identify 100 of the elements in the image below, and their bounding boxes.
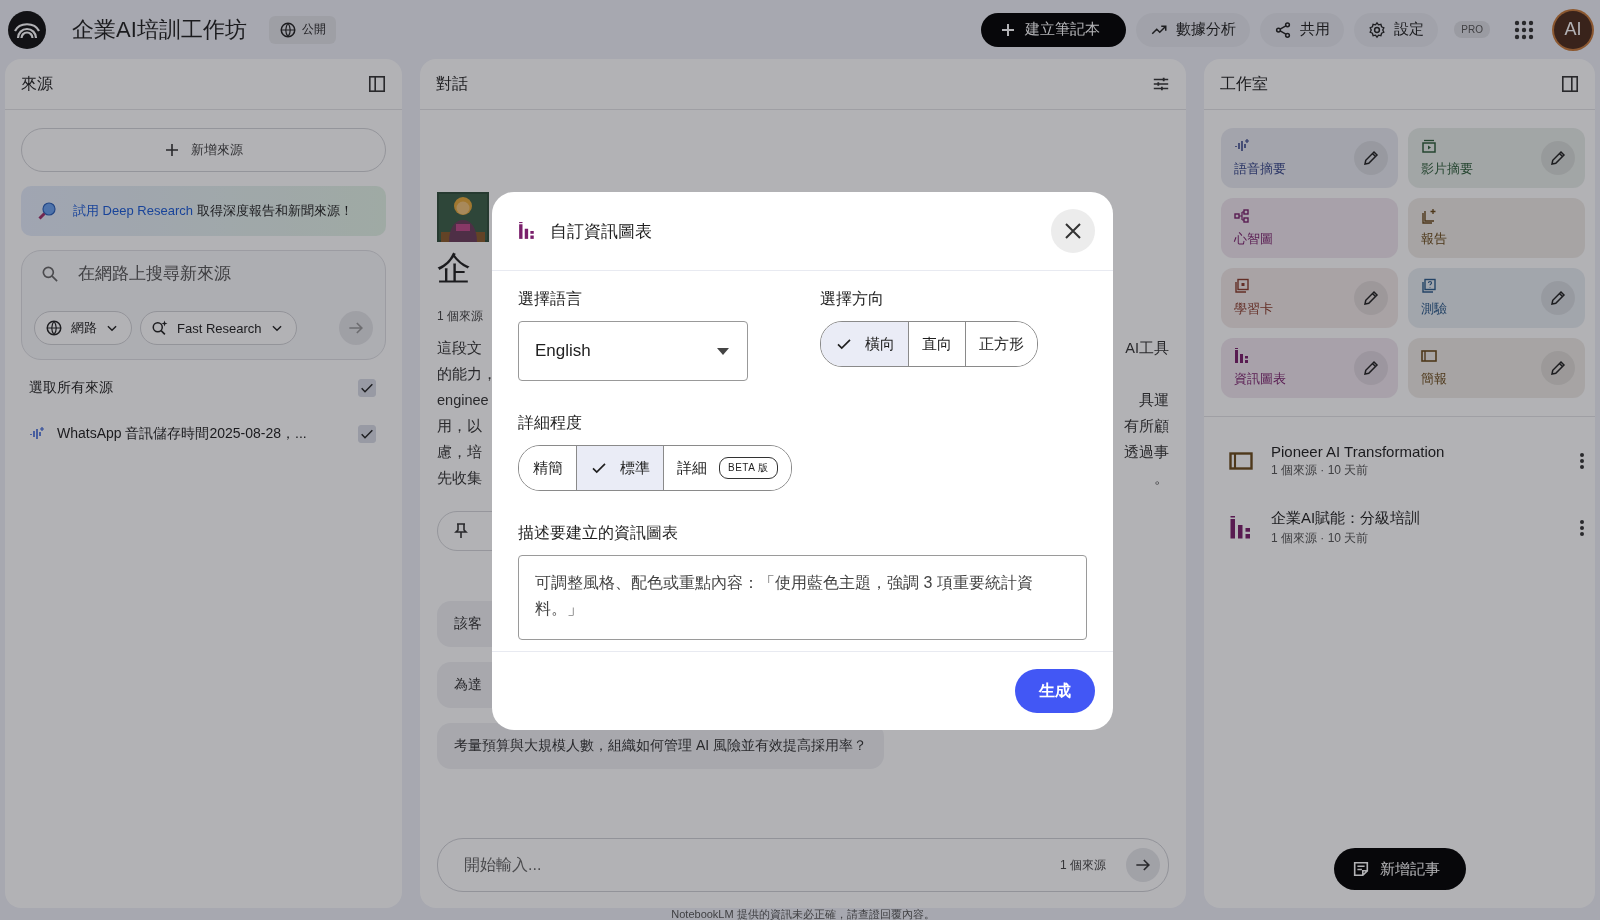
bar-chart-icon (518, 222, 536, 240)
summary-text: AI工具 (1125, 339, 1169, 358)
checkbox[interactable] (358, 425, 376, 443)
toolbar-button[interactable]: 共用 (1260, 12, 1345, 47)
summary-text: 慮，培 (437, 443, 482, 462)
note-meta: 1 個來源 · 10 天前 (1271, 462, 1370, 479)
pencil-icon (1549, 149, 1567, 167)
source-title[interactable]: WhatsApp 音訊儲存時間2025-08-28，... (57, 425, 346, 443)
pencil-icon (1362, 289, 1380, 307)
field-label: 選擇方向 (820, 289, 885, 309)
close-icon (1064, 222, 1082, 240)
tool-label: 心智圖 (1234, 230, 1273, 248)
more-icon[interactable] (1579, 452, 1585, 470)
waveform-icon (1234, 138, 1250, 154)
summary-text: 有所顧 (1124, 417, 1169, 436)
panel-title: 對話 (436, 73, 468, 94)
logo-icon[interactable] (8, 10, 46, 49)
note-title[interactable]: Pioneer AI Transformation (1271, 443, 1561, 460)
summary-text: 的能力， (437, 365, 497, 384)
field-label: 選擇語言 (518, 289, 583, 309)
close-button[interactable] (1051, 209, 1095, 253)
source-count: 1 個來源 (1060, 856, 1106, 874)
dialog-title: 自訂資訊圖表 (550, 220, 652, 243)
visibility-chip[interactable]: 公開 (268, 15, 336, 44)
summary-text: 透過事 (1124, 443, 1169, 462)
add-note-button[interactable]: 新增記事 (1333, 848, 1466, 890)
tool-label: 學習卡 (1234, 300, 1273, 318)
description-field[interactable]: 可調整風格、配色或重點內容：「使用藍色主題，強調 3 項重要統計資料。」 (518, 555, 1087, 640)
checkbox[interactable] (358, 379, 376, 397)
cards-icon (1234, 278, 1250, 294)
add-source-button[interactable]: 新增來源 (21, 128, 386, 172)
source-count: 1 個來源 (437, 308, 484, 325)
plan-badge: PRO (1454, 21, 1490, 38)
summary-text: 先收集 (437, 469, 482, 488)
pencil-icon (1549, 359, 1567, 377)
panel-title: 來源 (21, 73, 53, 94)
apps-icon[interactable] (1514, 19, 1534, 40)
plus-icon (1001, 22, 1016, 37)
tool-label: 報告 (1421, 230, 1447, 248)
select-all-label: 選取所有來源 (29, 379, 114, 397)
magnifier-icon (37, 201, 57, 221)
slides-icon (1229, 449, 1253, 473)
summary-text: 用，以 (437, 417, 482, 436)
segment-option[interactable]: 正方形 (965, 322, 1037, 366)
summary-text: 具運 (1139, 391, 1169, 410)
report-icon (1421, 208, 1437, 224)
summary-text: 這段文 (437, 339, 482, 358)
toolbar-button[interactable]: 設定 (1354, 12, 1439, 47)
settings-icon (1368, 20, 1387, 39)
settings-sliders-icon[interactable] (1152, 75, 1170, 93)
visibility-label: 公開 (301, 21, 326, 38)
slides-icon (1421, 348, 1437, 364)
create-notebook-button[interactable]: 建立筆記本 (981, 12, 1127, 47)
tool-label: 語音摘要 (1234, 160, 1286, 178)
panel-toggle-icon[interactable] (368, 75, 386, 93)
search-field[interactable]: 在網路上搜尋新來源 (76, 263, 373, 285)
pin-icon (454, 523, 468, 539)
pencil-icon (1362, 149, 1380, 167)
summary-text: enginee (437, 391, 489, 410)
share-icon (1274, 20, 1293, 39)
search-icon (40, 264, 60, 284)
mind-map-icon (1234, 208, 1250, 224)
video-icon (1421, 138, 1437, 154)
note-icon (1351, 860, 1370, 878)
sparkle-search-icon (151, 319, 169, 337)
panel-toggle-icon[interactable] (1561, 75, 1579, 93)
tool-label: 測驗 (1421, 300, 1447, 318)
language-dropdown[interactable]: English (518, 321, 748, 381)
generate-button[interactable]: 生成 (1015, 669, 1095, 713)
caret-icon (717, 347, 729, 355)
beta-badge: BETA 版 (719, 457, 778, 479)
disclaimer-text: NotebookLM 提供的資訊未必正確，請查證回覆內容。 (670, 908, 936, 920)
segment-option[interactable]: 標準 (576, 446, 663, 490)
promo-link[interactable]: 試用 Deep Research (73, 203, 193, 218)
summary-text: 。 (1154, 469, 1169, 488)
notebook-title[interactable]: 企業AI培訓工作坊 (72, 14, 247, 45)
note-title[interactable]: 企業AI賦能：分級培訓 (1271, 509, 1561, 528)
message-field[interactable]: 開始輸入... (462, 855, 1040, 875)
pencil-icon (1549, 289, 1567, 307)
promo-text: 試用 Deep Research 取得深度報告和新聞來源！ (73, 202, 353, 220)
quiz-icon (1421, 278, 1437, 294)
segment-option[interactable]: 詳細 BETA 版 (663, 446, 791, 490)
globe-icon (278, 20, 297, 39)
field-label: 描述要建立的資訊圖表 (518, 523, 679, 543)
note-meta: 1 個來源 · 10 天前 (1271, 530, 1370, 547)
segment-option[interactable]: 橫向 (821, 322, 908, 366)
filter-dropdown[interactable]: 網路 (34, 311, 132, 345)
more-icon[interactable] (1579, 519, 1585, 537)
send-button[interactable] (1126, 848, 1160, 882)
tool-label: 簡報 (1421, 370, 1447, 388)
globe-icon (45, 319, 63, 337)
filter-dropdown[interactable]: Fast Research (140, 311, 297, 345)
chat-input[interactable]: 開始輸入... 1 個來源 (437, 838, 1169, 892)
field-label: 詳細程度 (518, 413, 583, 433)
tool-label: 影片摘要 (1421, 160, 1473, 178)
tool-label: 資訊圖表 (1234, 370, 1286, 388)
panel-title: 工作室 (1220, 73, 1268, 94)
account-avatar[interactable]: AI (1554, 10, 1592, 49)
toolbar-button[interactable]: 數據分析 (1136, 12, 1251, 47)
bar-chart-icon (1229, 516, 1253, 540)
